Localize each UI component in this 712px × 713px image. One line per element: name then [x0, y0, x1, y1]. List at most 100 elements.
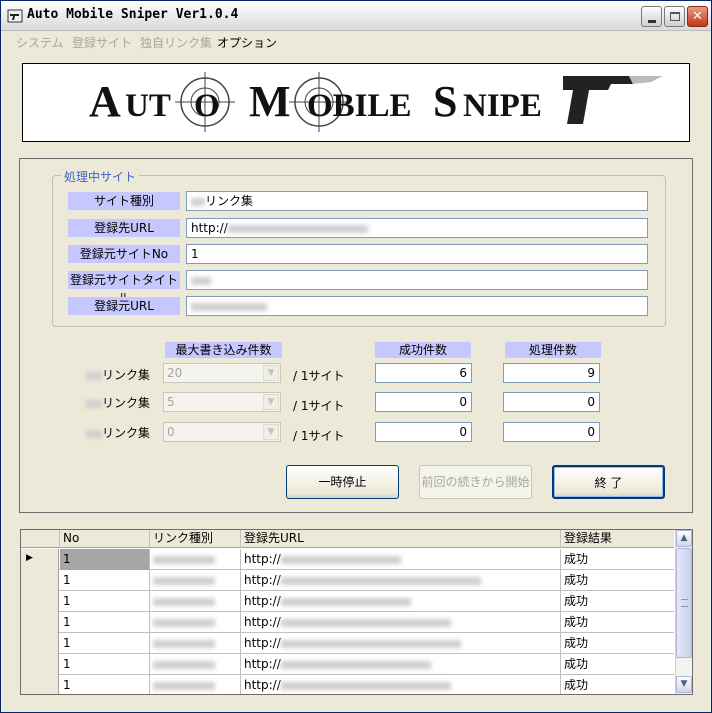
row-header[interactable]	[21, 675, 59, 694]
redacted-text	[280, 681, 451, 690]
app-logo: A UT O M OBILE S NIPE	[89, 72, 663, 132]
table-row[interactable]: 1 http:// 成功	[21, 654, 674, 675]
resume-button[interactable]: 前回の続きから開始	[419, 465, 532, 499]
cell-result[interactable]: 成功	[561, 591, 674, 612]
redacted-text	[280, 576, 481, 585]
vertical-scrollbar[interactable]: ▲ ▼	[675, 530, 692, 694]
table-row[interactable]: 1 http:// 成功	[21, 612, 674, 633]
cell-link-type[interactable]	[150, 612, 241, 633]
cell-result[interactable]: 成功	[561, 549, 674, 570]
table-row[interactable]: ▶ 1 http:// 成功	[21, 549, 674, 570]
pistol-icon	[563, 76, 663, 124]
cell-result[interactable]: 成功	[561, 633, 674, 654]
cell-link-type[interactable]	[150, 591, 241, 612]
menu-custom-links[interactable]: 独自リンク集	[140, 34, 212, 51]
cell-no[interactable]: 1	[60, 591, 150, 612]
url-text: http://	[244, 657, 281, 671]
processed-count-1: 9	[503, 363, 600, 383]
max-writes-value-1: 20	[167, 366, 183, 380]
menu-options[interactable]: オプション	[217, 34, 277, 51]
processed-count-3: 0	[503, 422, 600, 442]
max-writes-select-2[interactable]: 5 ▼	[163, 392, 281, 412]
cell-no[interactable]: 1	[60, 612, 150, 633]
source-url-field	[186, 296, 648, 316]
cell-result[interactable]: 成功	[561, 654, 674, 675]
cell-link-type[interactable]	[150, 654, 241, 675]
cell-target-url[interactable]: http://	[241, 591, 561, 612]
success-count-2: 0	[375, 392, 472, 412]
source-site-no-field: 1	[186, 244, 648, 264]
close-button[interactable]: ✕	[687, 6, 708, 27]
logo-text-nipe: NIPE	[463, 88, 542, 124]
exit-button[interactable]: 終 了	[552, 465, 665, 499]
link-row-1-text: リンク集	[102, 368, 151, 382]
max-writes-select-1[interactable]: 20 ▼	[163, 363, 281, 383]
table-row[interactable]: 1 http:// 成功	[21, 633, 674, 654]
cell-result[interactable]: 成功	[561, 570, 674, 591]
cell-link-type[interactable]	[150, 549, 241, 570]
redacted-text	[280, 555, 401, 564]
chevron-up-icon: ▲	[680, 533, 688, 543]
url-text: http://	[244, 678, 281, 692]
column-link-type[interactable]: リンク種別	[150, 530, 241, 548]
results-grid: No リンク種別 登録先URL 登録結果 ▶ 1 http:// 成功 1 ht…	[20, 529, 693, 695]
grip-icon	[681, 599, 688, 607]
scroll-down-button[interactable]: ▼	[676, 676, 692, 693]
column-target-url[interactable]: 登録先URL	[241, 530, 561, 548]
menu-system[interactable]: システム	[16, 34, 64, 51]
url-text: http://	[244, 594, 281, 608]
redacted-text	[153, 660, 215, 669]
maximize-button[interactable]	[664, 6, 685, 27]
redacted-text	[280, 660, 431, 669]
site-type-label: サイト種別	[68, 192, 180, 210]
cell-target-url[interactable]: http://	[241, 633, 561, 654]
app-gun-icon	[7, 9, 23, 23]
column-no[interactable]: No	[60, 530, 150, 548]
cell-no[interactable]: 1	[60, 549, 150, 570]
row-header[interactable]: ▶	[21, 549, 59, 570]
row-header[interactable]	[21, 612, 59, 633]
row-header[interactable]	[21, 654, 59, 675]
target-url-value: http://	[191, 221, 228, 235]
table-row[interactable]: 1 http:// 成功	[21, 675, 674, 694]
chevron-down-icon[interactable]: ▼	[263, 365, 279, 381]
row-header[interactable]	[21, 633, 59, 654]
redacted-text	[153, 639, 215, 648]
max-writes-select-3[interactable]: 0 ▼	[163, 422, 281, 442]
grid-header: No リンク種別 登録先URL 登録結果	[21, 530, 674, 548]
menu-registered-sites[interactable]: 登録サイト	[72, 34, 132, 51]
redacted-text	[86, 371, 102, 380]
chevron-down-icon: ▼	[680, 679, 688, 689]
cell-link-type[interactable]	[150, 675, 241, 694]
title-bar[interactable]: Auto Mobile Sniper Ver1.0.4 ✕	[1, 1, 711, 31]
cell-result[interactable]: 成功	[561, 612, 674, 633]
cell-link-type[interactable]	[150, 633, 241, 654]
cell-target-url[interactable]: http://	[241, 549, 561, 570]
cell-no[interactable]: 1	[60, 654, 150, 675]
chevron-down-icon[interactable]: ▼	[263, 424, 279, 440]
cell-target-url[interactable]: http://	[241, 612, 561, 633]
cell-result[interactable]: 成功	[561, 675, 674, 694]
cell-target-url[interactable]: http://	[241, 675, 561, 694]
scroll-up-button[interactable]: ▲	[676, 530, 692, 547]
column-result[interactable]: 登録結果	[561, 530, 674, 548]
row-header[interactable]	[21, 591, 59, 612]
row-header[interactable]	[21, 570, 59, 591]
link-row-2-label: リンク集	[86, 394, 150, 411]
cell-no[interactable]: 1	[60, 633, 150, 654]
chevron-down-icon[interactable]: ▼	[263, 394, 279, 410]
cell-no[interactable]: 1	[60, 675, 150, 694]
scroll-thumb[interactable]	[676, 548, 692, 658]
table-row[interactable]: 1 http:// 成功	[21, 591, 674, 612]
max-writes-value-3: 0	[167, 425, 175, 439]
redacted-text	[86, 399, 102, 408]
cell-target-url[interactable]: http://	[241, 570, 561, 591]
minimize-button[interactable]	[641, 6, 662, 27]
redacted-text	[153, 618, 215, 627]
app-window: Auto Mobile Sniper Ver1.0.4 ✕ システム 登録サイト…	[0, 0, 712, 713]
pause-button[interactable]: 一時停止	[286, 465, 399, 499]
table-row[interactable]: 1 http:// 成功	[21, 570, 674, 591]
cell-no[interactable]: 1	[60, 570, 150, 591]
cell-link-type[interactable]	[150, 570, 241, 591]
cell-target-url[interactable]: http://	[241, 654, 561, 675]
